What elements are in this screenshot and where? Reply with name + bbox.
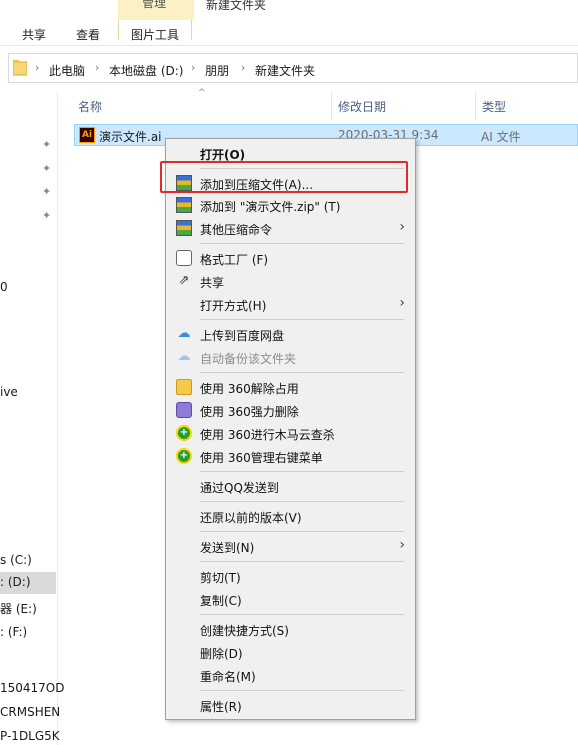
menu-separator bbox=[200, 531, 404, 532]
column-divider[interactable] bbox=[331, 92, 332, 120]
tab-picture-tools[interactable]: 图片工具 bbox=[118, 20, 193, 42]
highlight-annotation-box bbox=[160, 161, 408, 193]
menu-item-send-via-qq[interactable]: 通过QQ发送到 bbox=[166, 475, 415, 497]
menu-item-other-compress[interactable]: 其他压缩命令 › bbox=[166, 217, 415, 239]
menu-item-format-factory[interactable]: 格式工厂 (F) bbox=[166, 247, 415, 269]
nav-item-network-pc[interactable]: CRMSHEN bbox=[0, 705, 60, 719]
menu-item-360-scan[interactable]: + 使用 360进行木马云查杀 bbox=[166, 422, 415, 444]
context-menu: 打开(O) 添加到压缩文件(A)... 添加到 "演示文件.zip" (T) 其… bbox=[165, 138, 416, 720]
breadcrumb-local-disk-d[interactable]: 本地磁盘 (D:) bbox=[109, 62, 183, 79]
menu-item-add-to-zip[interactable]: 添加到 "演示文件.zip" (T) bbox=[166, 194, 415, 216]
menu-item-restore-versions[interactable]: 还原以前的版本(V) bbox=[166, 505, 415, 527]
breadcrumb-pengpeng[interactable]: 朋朋 bbox=[205, 62, 229, 79]
navigation-pane: ✦ ✦ ✦ ✦ 0 ive s (C:) : (D:) 器 (E:) : (F:… bbox=[0, 90, 65, 745]
winrar-icon bbox=[176, 197, 192, 213]
nav-item-network-pc[interactable]: 150417OD bbox=[0, 681, 65, 695]
chevron-right-icon: › bbox=[35, 61, 40, 74]
menu-separator bbox=[200, 243, 404, 244]
nav-item-drive-f[interactable]: : (F:) bbox=[0, 625, 27, 639]
file-name: 演示文件.ai bbox=[99, 130, 162, 144]
nav-item-drive-e[interactable]: 器 (E:) bbox=[0, 600, 37, 617]
menu-item-open-with[interactable]: 打开方式(H) › bbox=[166, 293, 415, 315]
baidu-cloud-icon: ☁ bbox=[177, 349, 191, 364]
menu-item-360-menu-manager[interactable]: + 使用 360管理右键菜单 bbox=[166, 445, 415, 467]
menu-separator bbox=[200, 319, 404, 320]
menu-separator bbox=[200, 501, 404, 502]
nav-item-network-pc[interactable]: P-1DLG5K bbox=[0, 729, 60, 743]
nav-item[interactable]: 0 bbox=[0, 280, 8, 294]
menu-item-rename[interactable]: 重命名(M) bbox=[166, 664, 415, 686]
menu-item-cut[interactable]: 剪切(T) bbox=[166, 565, 415, 587]
share-icon: ⇗ bbox=[178, 273, 190, 288]
sort-ascending-icon: ^ bbox=[198, 88, 206, 98]
pin-icon[interactable]: ✦ bbox=[42, 185, 51, 198]
menu-separator bbox=[200, 372, 404, 373]
folder-icon bbox=[13, 60, 27, 76]
illustrator-file-icon: Ai bbox=[79, 127, 95, 143]
baidu-cloud-icon: ☁ bbox=[177, 326, 191, 341]
context-header-label: 管理 bbox=[142, 0, 167, 10]
format-factory-icon bbox=[176, 250, 192, 266]
360-scan-icon: + bbox=[176, 425, 192, 441]
menu-separator bbox=[200, 614, 404, 615]
menu-item-upload-baidu[interactable]: ☁ 上传到百度网盘 bbox=[166, 323, 415, 345]
chevron-right-icon: › bbox=[399, 295, 405, 311]
tab-share[interactable]: 共享 bbox=[22, 26, 46, 43]
360-scan-icon: + bbox=[176, 448, 192, 464]
chevron-right-icon: › bbox=[399, 537, 405, 553]
picture-tools-context-header: 管理 bbox=[118, 0, 194, 20]
nav-item[interactable]: ive bbox=[0, 385, 18, 399]
tab-view[interactable]: 查看 bbox=[76, 26, 100, 43]
pin-icon[interactable]: ✦ bbox=[42, 162, 51, 175]
menu-item-copy[interactable]: 复制(C) bbox=[166, 588, 415, 610]
column-divider[interactable] bbox=[475, 92, 476, 120]
chevron-right-icon[interactable]: › bbox=[241, 61, 245, 74]
360-shred-icon bbox=[176, 402, 192, 418]
menu-separator bbox=[200, 471, 404, 472]
breadcrumb-new-folder[interactable]: 新建文件夹 bbox=[255, 62, 315, 79]
breadcrumb-this-pc[interactable]: 此电脑 bbox=[49, 62, 85, 79]
address-bar[interactable]: › 此电脑 › 本地磁盘 (D:) › 朋朋 › 新建文件夹 bbox=[8, 53, 578, 83]
nav-item-drive-d[interactable]: : (D:) bbox=[0, 572, 56, 594]
window-title: 新建文件夹 bbox=[206, 0, 267, 12]
chevron-right-icon[interactable]: › bbox=[95, 61, 99, 74]
menu-item-share[interactable]: ⇗ 共享 bbox=[166, 270, 415, 292]
column-header-date[interactable]: 修改日期 bbox=[338, 98, 386, 115]
360-unlock-icon bbox=[176, 379, 192, 395]
chevron-right-icon: › bbox=[399, 219, 405, 235]
winrar-icon bbox=[176, 220, 192, 236]
menu-separator bbox=[200, 561, 404, 562]
column-header-type[interactable]: 类型 bbox=[482, 98, 506, 115]
column-header-name[interactable]: 名称 bbox=[78, 98, 102, 115]
chevron-right-icon[interactable]: › bbox=[191, 61, 195, 74]
menu-item-properties[interactable]: 属性(R) bbox=[166, 694, 415, 716]
menu-item-create-shortcut[interactable]: 创建快捷方式(S) bbox=[166, 618, 415, 640]
menu-item-360-unlock[interactable]: 使用 360解除占用 bbox=[166, 376, 415, 398]
menu-item-360-shred[interactable]: 使用 360强力删除 bbox=[166, 399, 415, 421]
file-type: AI 文件 bbox=[481, 130, 521, 144]
menu-item-delete[interactable]: 删除(D) bbox=[166, 641, 415, 663]
ribbon: 管理 新建文件夹 共享 查看 图片工具 bbox=[0, 0, 578, 46]
pin-icon[interactable]: ✦ bbox=[42, 138, 51, 151]
menu-item-send-to[interactable]: 发送到(N) › bbox=[166, 535, 415, 557]
menu-item-auto-backup: ☁ 自动备份该文件夹 bbox=[177, 349, 297, 366]
menu-separator bbox=[200, 690, 404, 691]
pin-icon[interactable]: ✦ bbox=[42, 209, 51, 222]
nav-item-drive-c[interactable]: s (C:) bbox=[0, 553, 32, 567]
